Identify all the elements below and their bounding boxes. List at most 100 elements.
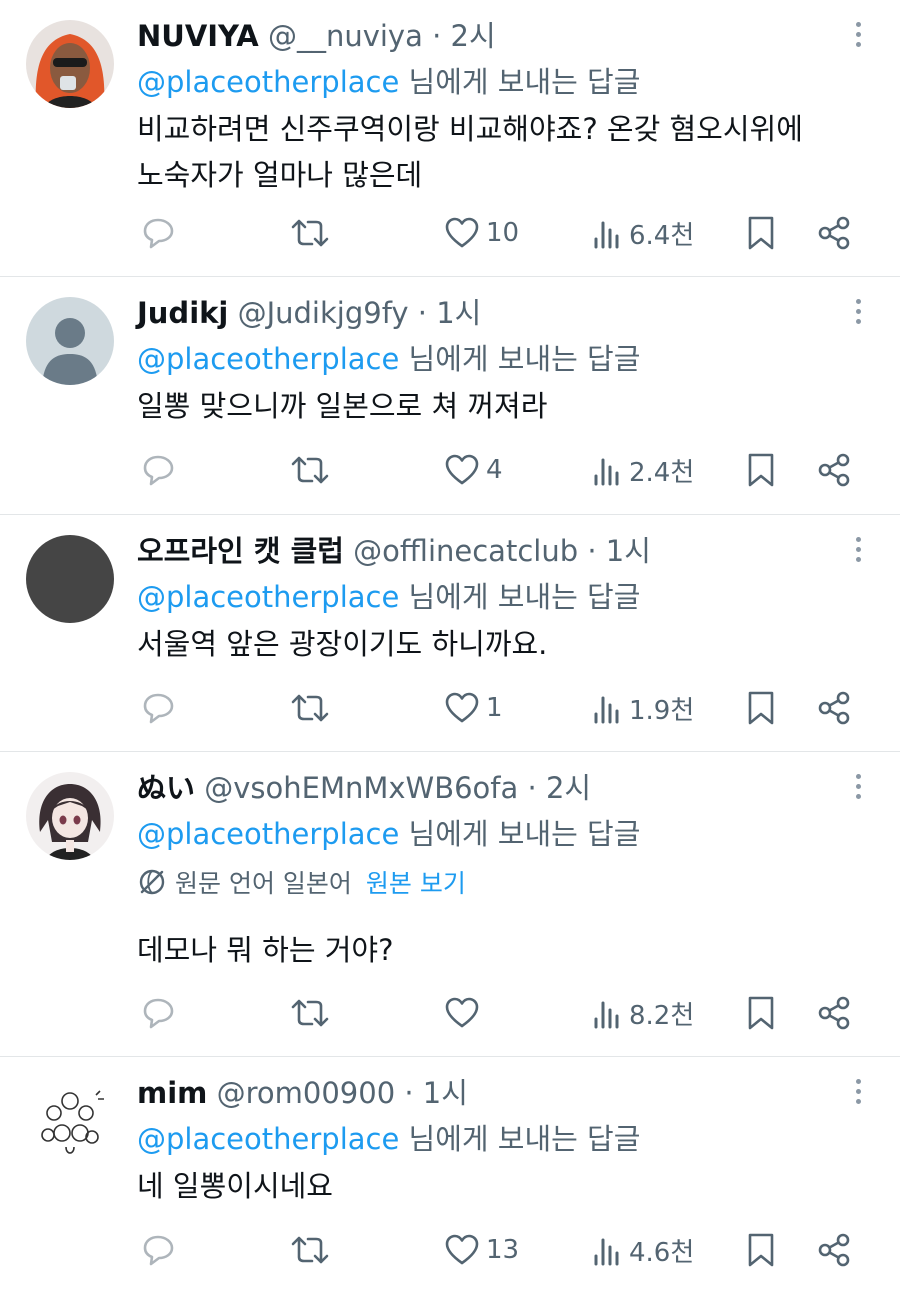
share-icon	[818, 996, 850, 1030]
view-count: 1.9천	[629, 695, 695, 726]
avatar[interactable]	[26, 535, 114, 623]
bookmark-icon	[748, 1233, 774, 1267]
reply-icon	[143, 693, 174, 724]
user-handle[interactable]: @Judikjg9fy	[238, 296, 409, 330]
retweet-icon	[291, 456, 329, 484]
retweet-icon	[291, 999, 329, 1027]
views-button[interactable]: 2.4천	[593, 445, 694, 495]
view-count: 4.6천	[629, 1237, 695, 1268]
reply-button[interactable]	[138, 445, 178, 495]
bookmark-button[interactable]	[745, 683, 777, 733]
share-icon	[818, 216, 850, 250]
view-original-link[interactable]: 원본 보기	[366, 869, 466, 898]
retweet-button[interactable]	[289, 683, 331, 733]
retweet-button[interactable]	[289, 1225, 331, 1275]
bookmark-button[interactable]	[745, 445, 777, 495]
reply-to-mention[interactable]: @placeotherplace	[137, 1122, 399, 1156]
retweet-button[interactable]	[289, 445, 331, 495]
user-handle[interactable]: @offlinecatclub	[353, 534, 578, 568]
retweet-button[interactable]	[289, 208, 331, 258]
share-button[interactable]	[816, 683, 852, 733]
share-icon	[818, 1233, 850, 1267]
reply-to-label: 님에게 보내는 답글	[408, 1122, 641, 1156]
heart-icon	[445, 217, 479, 248]
reply-button[interactable]	[138, 683, 178, 733]
reply-text: 서울역 앞은 광장이기도 하니까요.	[137, 621, 840, 667]
reply-icon	[143, 218, 174, 249]
separator-dot: ·	[527, 771, 537, 805]
reply-button[interactable]	[138, 208, 178, 258]
views-icon	[594, 1001, 619, 1029]
reply-text-line: 서울역 앞은 광장이기도 하니까요.	[137, 627, 548, 661]
reply-item[interactable]: mim @rom00900 · 1시 @placeotherplace 님에게 …	[0, 1057, 900, 1294]
retweet-button[interactable]	[289, 988, 331, 1038]
reply-button[interactable]	[138, 988, 178, 1038]
share-icon	[818, 453, 850, 487]
action-bar: 8.2천	[0, 988, 900, 1038]
reply-to-mention[interactable]: @placeotherplace	[137, 65, 399, 99]
reply-text-line: 데모나 뭐 하는 거야?	[137, 933, 394, 967]
display-name[interactable]: mim	[137, 1076, 207, 1110]
reply-to-mention[interactable]: @placeotherplace	[137, 817, 399, 851]
reply-item[interactable]: Judikj @Judikjg9fy · 1시 @placeotherplace…	[0, 277, 900, 515]
like-button[interactable]	[444, 988, 486, 1038]
views-icon	[594, 1238, 619, 1266]
views-button[interactable]: 6.4천	[593, 208, 694, 258]
display-name[interactable]: NUVIYA	[137, 19, 259, 53]
avatar[interactable]	[26, 772, 114, 860]
like-button[interactable]: 1	[444, 683, 503, 733]
timestamp[interactable]: 1시	[606, 534, 651, 568]
more-options-icon[interactable]	[854, 537, 862, 567]
avatar[interactable]	[26, 297, 114, 385]
translation-source-label: 원문 언어 일본어	[175, 869, 352, 898]
timestamp[interactable]: 1시	[423, 1076, 468, 1110]
reply-to-label: 님에게 보내는 답글	[408, 65, 641, 99]
share-button[interactable]	[816, 208, 852, 258]
reply-text: 비교하려면 신주쿠역이랑 비교해야죠? 온갖 혐오시위에 노숙자가 얼마나 많은…	[137, 106, 840, 198]
more-options-icon[interactable]	[854, 299, 862, 329]
more-options-icon[interactable]	[854, 774, 862, 804]
like-count: 1	[486, 693, 503, 723]
like-button[interactable]: 13	[444, 1225, 519, 1275]
views-button[interactable]: 4.6천	[593, 1225, 694, 1275]
views-button[interactable]: 8.2천	[593, 988, 694, 1038]
reply-text: 데모나 뭐 하는 거야?	[137, 927, 840, 973]
views-icon	[594, 458, 619, 486]
user-handle[interactable]: @__nuviya	[268, 19, 423, 53]
timestamp[interactable]: 2시	[546, 771, 591, 805]
timestamp[interactable]: 1시	[436, 296, 481, 330]
reply-button[interactable]	[138, 1225, 178, 1275]
share-button[interactable]	[816, 1225, 852, 1275]
display-name[interactable]: Judikj	[137, 296, 228, 330]
reply-to-mention[interactable]: @placeotherplace	[137, 342, 399, 376]
separator-dot: ·	[587, 534, 597, 568]
share-button[interactable]	[816, 988, 852, 1038]
reply-item[interactable]: NUVIYA @__nuviya · 2시 @placeotherplace 님…	[0, 0, 900, 277]
default-avatar-icon	[26, 297, 114, 385]
like-button[interactable]: 10	[444, 208, 519, 258]
more-options-icon[interactable]	[854, 1079, 862, 1109]
action-bar: 1 1.9천	[0, 683, 900, 733]
timestamp[interactable]: 2시	[451, 19, 496, 53]
more-options-icon[interactable]	[854, 22, 862, 52]
views-button[interactable]: 1.9천	[593, 683, 694, 733]
user-handle[interactable]: @vsohEMnMxWB6ofa	[204, 771, 518, 805]
user-handle[interactable]: @rom00900	[217, 1076, 396, 1110]
reply-to-mention[interactable]: @placeotherplace	[137, 580, 399, 614]
separator-dot: ·	[404, 1076, 414, 1110]
bookmark-button[interactable]	[745, 208, 777, 258]
reply-text: 일뽕 맞으니까 일본으로 쳐 꺼져라	[137, 383, 840, 429]
reply-text-line: 네 일뽕이시네요	[137, 1169, 333, 1203]
reply-to-label: 님에게 보내는 답글	[408, 817, 641, 851]
like-button[interactable]: 4	[444, 445, 503, 495]
display-name[interactable]: 오프라인 캣 클럽	[137, 534, 344, 568]
share-button[interactable]	[816, 445, 852, 495]
bookmark-button[interactable]	[745, 988, 777, 1038]
reply-item[interactable]: 오프라인 캣 클럽 @offlinecatclub · 1시 @placeoth…	[0, 515, 900, 752]
avatar[interactable]	[26, 1077, 114, 1165]
display-name[interactable]: ぬい	[137, 771, 195, 805]
avatar[interactable]	[26, 20, 114, 108]
reply-item[interactable]: ぬい @vsohEMnMxWB6ofa · 2시 @placeotherplac…	[0, 752, 900, 1057]
reply-text-line: 노숙자가 얼마나 많은데	[137, 158, 423, 192]
bookmark-button[interactable]	[745, 1225, 777, 1275]
